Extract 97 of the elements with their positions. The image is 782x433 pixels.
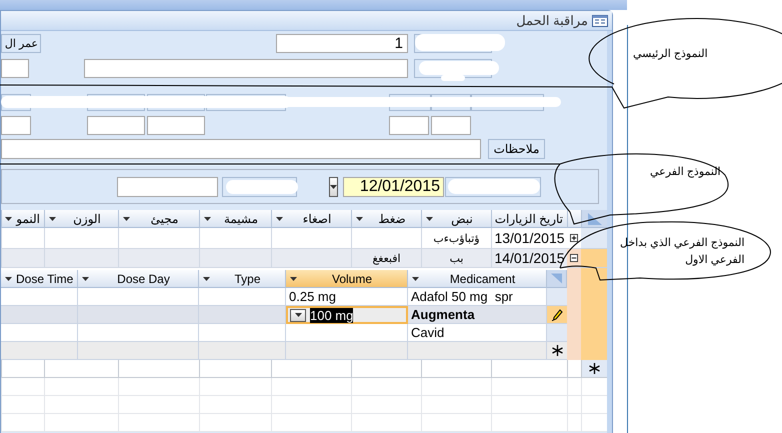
dropdown-arrow-icon: [294, 313, 302, 317]
column-header[interactable]: Volume: [286, 270, 408, 288]
table-cell: [1, 414, 44, 432]
input-field[interactable]: [1, 59, 29, 78]
input-field[interactable]: [389, 116, 429, 135]
new-record-icon: [589, 363, 600, 374]
table-cell: [1, 360, 44, 378]
new-record-icon: [552, 345, 562, 356]
table-cell: [581, 378, 607, 396]
input-field[interactable]: [87, 116, 145, 135]
table-cell: [199, 378, 271, 396]
table-cell: [1, 378, 44, 396]
input-field[interactable]: [147, 116, 205, 135]
dropdown-arrow-icon: [426, 216, 433, 220]
column-header[interactable]: Type: [199, 270, 286, 288]
table-cell: 13/01/2015: [491, 228, 567, 249]
table-cell: [567, 360, 581, 378]
dropdown-arrow-icon: [330, 184, 337, 188]
column-header[interactable]: مشيمة: [199, 210, 271, 228]
row-selector[interactable]: [581, 228, 607, 249]
dropdown-arrow-icon: [276, 216, 283, 220]
column-header[interactable]: نبض: [421, 210, 491, 228]
callout-text: الفرعي الاول: [685, 253, 745, 266]
field-label: عمر ال: [1, 34, 41, 53]
table-cell: [421, 396, 491, 414]
input-field[interactable]: [84, 59, 408, 78]
row-selector[interactable]: [581, 360, 607, 378]
column-header[interactable]: الوزن: [44, 210, 118, 228]
table-cell: [1, 396, 44, 414]
table-cell: [1, 249, 44, 268]
dropdown-arrow-icon: [203, 276, 210, 280]
number-field[interactable]: 1: [276, 34, 408, 53]
table-cell: ؤتباؤبءب: [421, 228, 491, 249]
dropdown-arrow-icon: [82, 276, 89, 280]
column-header[interactable]: النمو: [1, 210, 44, 228]
table-cell: [351, 378, 421, 396]
table-cell: [199, 414, 271, 432]
column-header[interactable]: اصغاء: [271, 210, 351, 228]
expand-icon[interactable]: [570, 234, 578, 242]
table-cell: افبعغغ: [351, 249, 421, 268]
combo-field[interactable]: 100 mg: [286, 306, 408, 324]
table-cell: [199, 360, 271, 378]
table-cell: بب: [421, 249, 491, 268]
row-selector[interactable]: [547, 306, 567, 324]
column-header[interactable]: Dose Time: [1, 270, 78, 288]
scribble: [226, 180, 298, 194]
select-all-icon[interactable]: [588, 212, 602, 224]
table-cell: [567, 378, 581, 396]
dropdown-button[interactable]: [290, 308, 306, 322]
table-cell: [421, 378, 491, 396]
dropdown-arrow-icon: [123, 216, 130, 220]
column-header[interactable]: مجيئ: [118, 210, 199, 228]
dropdown-arrow-icon: [5, 276, 12, 280]
table-cell: [199, 228, 271, 249]
form-icon: [592, 14, 608, 26]
table-cell: [421, 414, 491, 432]
table-cell: [581, 414, 607, 432]
column-header[interactable]: ضغط: [351, 210, 421, 228]
table-cell: [199, 396, 271, 414]
dropdown-arrow-icon: [49, 216, 56, 220]
table-cell: 0.25 mg: [286, 288, 408, 306]
collapse-icon[interactable]: [570, 254, 578, 262]
table-cell: [351, 414, 421, 432]
table-cell: [1, 228, 44, 249]
window-title: مراقبة الحمل: [516, 12, 588, 28]
dropdown-arrow-icon: [412, 276, 419, 280]
input-field[interactable]: [117, 176, 218, 196]
dropdown-arrow-icon: [5, 216, 12, 220]
dropdown-arrow-icon: [356, 216, 363, 220]
table-cell: Augmenta: [408, 306, 547, 324]
column-header[interactable]: Medicament: [408, 270, 547, 288]
table-cell: [421, 360, 491, 378]
table-cell: [351, 360, 421, 378]
table-cell: Cavid: [408, 324, 547, 342]
field-label: ملاحظات: [488, 139, 545, 159]
input-field[interactable]: [431, 116, 471, 135]
date-field[interactable]: 12/01/2015: [343, 176, 444, 196]
callout-text: النموذج الرئيسي: [633, 47, 708, 60]
table-cell: [567, 414, 581, 432]
pencil-icon: [552, 308, 562, 320]
table-cell: [351, 228, 421, 249]
input-field[interactable]: [1, 116, 31, 135]
column-header[interactable]: Dose Day: [78, 270, 199, 288]
dropdown-arrow-icon: [290, 276, 297, 280]
table-cell: [199, 249, 271, 268]
dropdown-arrow-icon: [204, 216, 211, 220]
notes-field[interactable]: [1, 139, 481, 159]
table-cell: Adafol 50 mg spr: [408, 288, 547, 306]
table-cell: [581, 396, 607, 414]
table-cell: 14/01/2015: [491, 249, 567, 268]
dropdown-button[interactable]: [329, 176, 338, 196]
row-selector[interactable]: [547, 342, 567, 360]
callout-text: النموذج الفرعي: [650, 165, 721, 178]
table-cell: [351, 396, 421, 414]
row-selector[interactable]: [581, 249, 607, 268]
table-cell: [567, 396, 581, 414]
column-header[interactable]: تاريخ الزيارات: [491, 210, 567, 228]
